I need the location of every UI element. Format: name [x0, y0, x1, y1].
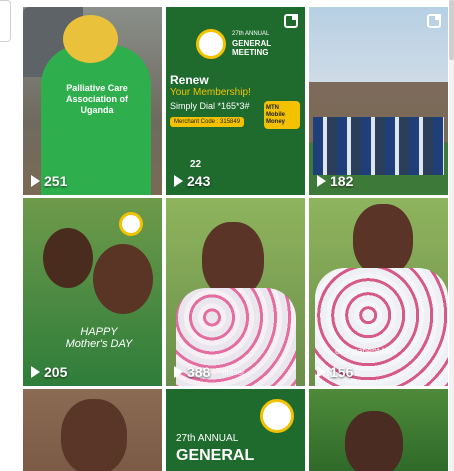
play-icon: [317, 366, 326, 378]
media-tile-8[interactable]: 27th ANNUAL GENERAL: [166, 389, 305, 471]
play-icon: [174, 366, 183, 378]
media-tile-1[interactable]: Palliative Care Association of Uganda 25…: [23, 7, 162, 195]
view-count: 205: [31, 364, 67, 380]
media-tile-7[interactable]: [23, 389, 162, 471]
face-image: [61, 399, 127, 471]
subtitle: one patient has: [335, 346, 397, 356]
merchant-code: Merchant Code : 315849: [170, 117, 245, 127]
media-tile-5[interactable]: preser 388: [166, 198, 305, 386]
face-image: [353, 204, 413, 276]
subheadline: Your Membership!: [170, 87, 251, 98]
event-number: 27th ANNUAL: [176, 433, 239, 444]
multi-post-icon: [284, 14, 298, 28]
shirt-text: Palliative Care Association of Uganda: [65, 83, 128, 115]
view-count: 182: [317, 173, 353, 189]
play-icon: [174, 175, 183, 187]
media-tile-9[interactable]: [309, 389, 448, 471]
logo-icon: [196, 29, 226, 59]
media-tile-6[interactable]: one patient has 156: [309, 198, 448, 386]
event-number: 27th ANNUAL: [232, 31, 270, 37]
view-count: 243: [174, 173, 210, 189]
headwrap-image: [63, 15, 118, 63]
headline: Renew: [170, 73, 209, 87]
event-title: GENERAL: [176, 447, 255, 464]
caption: HAPPY Mother's DAY: [65, 326, 133, 350]
media-tile-3[interactable]: 182: [309, 7, 448, 195]
play-icon: [31, 366, 40, 378]
face-image: [202, 222, 264, 298]
media-grid: Palliative Care Association of Uganda 25…: [23, 7, 448, 471]
mother-figure: [93, 244, 153, 314]
child-figure: [43, 228, 93, 288]
view-count: 156: [317, 364, 353, 380]
event-date: 22: [190, 159, 202, 170]
event-title: GENERAL MEETING: [232, 39, 271, 57]
view-count: 388: [174, 364, 210, 380]
subtitle: preser: [222, 368, 245, 377]
group-photo: [313, 117, 444, 175]
media-tile-4[interactable]: HAPPY Mother's DAY 205: [23, 198, 162, 386]
badge-logo-icon: [119, 212, 143, 236]
mtn-text: MTN Mobile Money: [266, 105, 286, 125]
play-icon: [317, 175, 326, 187]
logo-icon: [260, 399, 294, 433]
play-icon: [31, 175, 40, 187]
multi-post-icon: [427, 14, 441, 28]
side-tab[interactable]: [0, 0, 11, 42]
scrollbar-thumb[interactable]: [449, 0, 454, 60]
dial-code: Simply Dial *165*3#: [170, 101, 250, 111]
media-tile-2[interactable]: 27th ANNUAL GENERAL MEETING Renew Your M…: [166, 7, 305, 195]
view-count: 251: [31, 173, 67, 189]
face-image: [345, 411, 403, 471]
scrollbar[interactable]: [449, 0, 454, 471]
